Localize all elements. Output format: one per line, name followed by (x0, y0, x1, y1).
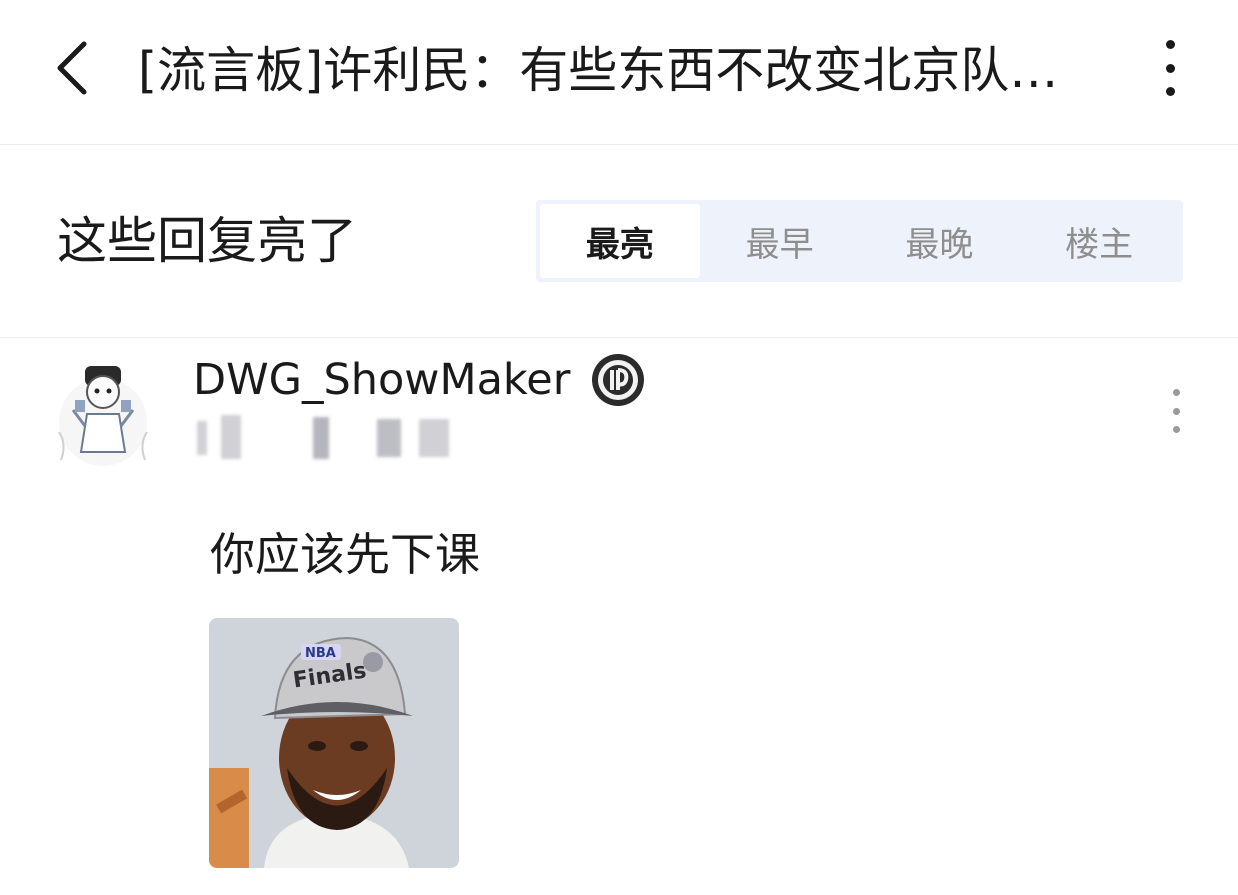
more-options-button[interactable] (1148, 36, 1192, 100)
vertical-ellipsis-icon (1165, 40, 1175, 49)
top-bar: [流言板]许利民：有些东西不改变北京队很难崛起 (0, 0, 1238, 145)
sort-tab-op[interactable]: 楼主 (1019, 204, 1179, 278)
page-title: [流言板]许利民：有些东西不改变北京队很难崛起 (138, 42, 1068, 99)
vertical-ellipsis-icon (1172, 389, 1180, 396)
replies-section-header: 这些回复亮了 最亮 最早 最晚 楼主 (0, 146, 1238, 338)
sort-tab-latest[interactable]: 最晚 (860, 204, 1020, 278)
sort-tab-earliest[interactable]: 最早 (700, 204, 860, 278)
meme-image[interactable]: NBA Finals (209, 618, 459, 868)
reply-more-button[interactable] (1164, 387, 1188, 435)
chevron-left-icon (57, 41, 87, 95)
svg-text:NBA: NBA (305, 646, 336, 661)
back-button[interactable] (40, 36, 104, 100)
reply-item: DWG_ShowMaker 你应该先下课 NBA Finals (0, 339, 1238, 895)
section-title: 这些回复亮了 (57, 212, 357, 270)
reply-meta-redacted (193, 415, 473, 465)
team-logo-badge-icon (592, 354, 645, 406)
username-row: DWG_ShowMaker (193, 353, 646, 407)
sort-tabs: 最亮 最早 最晚 楼主 (536, 200, 1183, 282)
avatar[interactable] (55, 352, 151, 468)
reply-text: 你应该先下课 (210, 528, 481, 581)
username[interactable]: DWG_ShowMaker (193, 354, 570, 406)
sort-tab-brightest[interactable]: 最亮 (540, 204, 700, 278)
